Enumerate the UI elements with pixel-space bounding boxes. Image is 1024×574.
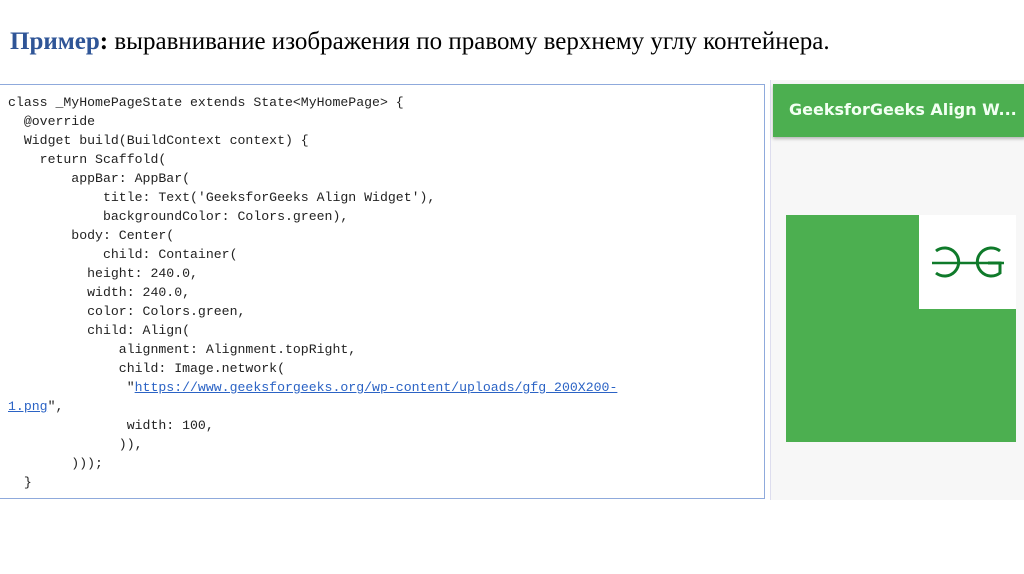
slide-title: Пример: выравнивание изображения по прав… bbox=[10, 28, 830, 56]
title-colon: : bbox=[99, 28, 109, 55]
title-text: выравнивание изображения по правому верх… bbox=[108, 28, 830, 55]
title-keyword: Пример bbox=[10, 28, 100, 55]
code-panel: class _MyHomePageState extends State<MyH… bbox=[0, 84, 765, 499]
app-bar: GeeksforGeeks Align W... bbox=[773, 84, 1024, 137]
green-container bbox=[786, 215, 1016, 442]
gfg-logo-image bbox=[919, 215, 1016, 309]
app-bar-title: GeeksforGeeks Align W... bbox=[789, 100, 1017, 119]
code-block: class _MyHomePageState extends State<MyH… bbox=[8, 93, 617, 492]
gfg-logo-icon bbox=[931, 246, 1004, 278]
code-before-url: class _MyHomePageState extends State<MyH… bbox=[8, 95, 436, 395]
app-preview: GeeksforGeeks Align W... bbox=[770, 80, 1024, 500]
